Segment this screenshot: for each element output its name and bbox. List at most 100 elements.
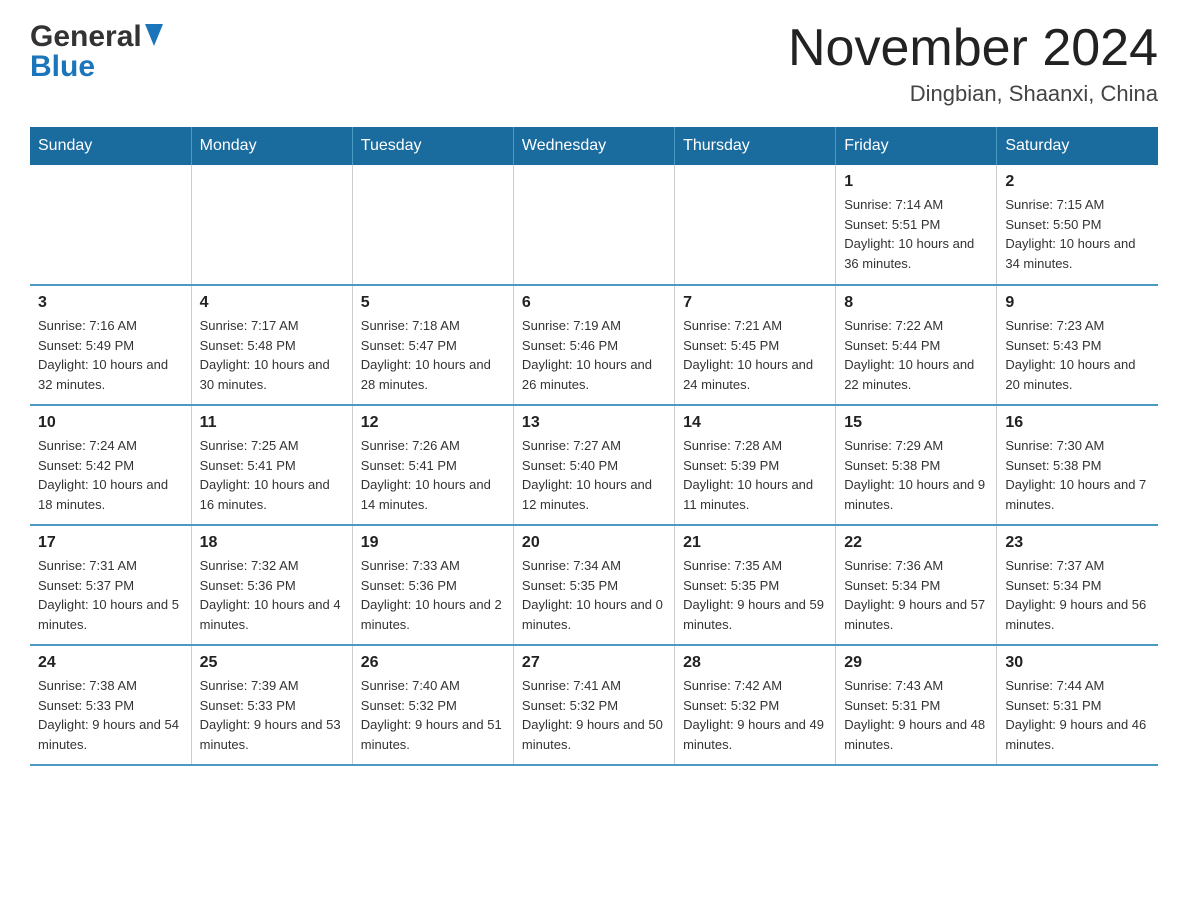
calendar-week-row: 17 Sunrise: 7:31 AMSunset: 5:37 PMDayligh… <box>30 525 1158 645</box>
calendar-cell: 7Sunrise: 7:21 AMSunset: 5:45 PMDaylight… <box>675 285 836 405</box>
day-number: 27 <box>522 654 666 672</box>
calendar-week-row: 24 Sunrise: 7:38 AMSunset: 5:33 PMDayligh… <box>30 645 1158 765</box>
calendar-cell <box>30 165 191 285</box>
month-title: November 2024 <box>788 20 1158 77</box>
day-number: 17 <box>38 534 183 552</box>
day-number: 21 <box>683 534 827 552</box>
sun-info: Sunrise: 7:26 AMSunset: 5:41 PMDaylight:… <box>361 436 505 514</box>
calendar-cell: 17 Sunrise: 7:31 AMSunset: 5:37 PMDayligh… <box>30 525 191 645</box>
sun-info: Sunrise: 7:24 AMSunset: 5:42 PMDaylight:… <box>38 436 183 514</box>
calendar-cell: 10 Sunrise: 7:24 AMSunset: 5:42 PMDayligh… <box>30 405 191 525</box>
day-number: 1 <box>844 173 988 191</box>
day-number: 24 <box>38 654 183 672</box>
sun-info: Sunrise: 7:23 AMSunset: 5:43 PMDaylight:… <box>1005 316 1150 394</box>
weekday-header-wednesday: Wednesday <box>513 127 674 165</box>
weekday-header-sunday: Sunday <box>30 127 191 165</box>
calendar-cell: 12 Sunrise: 7:26 AMSunset: 5:41 PMDayligh… <box>352 405 513 525</box>
sun-info: Sunrise: 7:41 AMSunset: 5:32 PMDaylight:… <box>522 676 666 754</box>
sun-info: Sunrise: 7:19 AMSunset: 5:46 PMDaylight:… <box>522 316 666 394</box>
day-number: 28 <box>683 654 827 672</box>
sun-info: Sunrise: 7:25 AMSunset: 5:41 PMDaylight:… <box>200 436 344 514</box>
day-number: 15 <box>844 414 988 432</box>
sun-info: Sunrise: 7:15 AMSunset: 5:50 PMDaylight:… <box>1005 195 1150 273</box>
sun-info: Sunrise: 7:38 AMSunset: 5:33 PMDaylight:… <box>38 676 183 754</box>
weekday-header-row: SundayMondayTuesdayWednesdayThursdayFrid… <box>30 127 1158 165</box>
calendar-cell <box>513 165 674 285</box>
calendar-cell: 30 Sunrise: 7:44 AMSunset: 5:31 PMDayligh… <box>997 645 1158 765</box>
day-number: 30 <box>1005 654 1150 672</box>
calendar-cell: 14 Sunrise: 7:28 AMSunset: 5:39 PMDayligh… <box>675 405 836 525</box>
calendar-cell: 28 Sunrise: 7:42 AMSunset: 5:32 PMDayligh… <box>675 645 836 765</box>
sun-info: Sunrise: 7:32 AMSunset: 5:36 PMDaylight:… <box>200 556 344 634</box>
weekday-header-tuesday: Tuesday <box>352 127 513 165</box>
calendar-cell: 27 Sunrise: 7:41 AMSunset: 5:32 PMDayligh… <box>513 645 674 765</box>
day-number: 25 <box>200 654 344 672</box>
sun-info: Sunrise: 7:43 AMSunset: 5:31 PMDaylight:… <box>844 676 988 754</box>
calendar-cell: 18 Sunrise: 7:32 AMSunset: 5:36 PMDayligh… <box>191 525 352 645</box>
logo-arrow-icon <box>145 24 163 51</box>
calendar-cell: 20 Sunrise: 7:34 AMSunset: 5:35 PMDayligh… <box>513 525 674 645</box>
calendar-cell: 5 Sunrise: 7:18 AMSunset: 5:47 PMDaylight… <box>352 285 513 405</box>
calendar-cell: 24 Sunrise: 7:38 AMSunset: 5:33 PMDayligh… <box>30 645 191 765</box>
day-number: 12 <box>361 414 505 432</box>
weekday-header-saturday: Saturday <box>997 127 1158 165</box>
day-number: 7 <box>683 294 827 312</box>
sun-info: Sunrise: 7:34 AMSunset: 5:35 PMDaylight:… <box>522 556 666 634</box>
sun-info: Sunrise: 7:29 AMSunset: 5:38 PMDaylight:… <box>844 436 988 514</box>
calendar-cell: 9Sunrise: 7:23 AMSunset: 5:43 PMDaylight… <box>997 285 1158 405</box>
sun-info: Sunrise: 7:22 AMSunset: 5:44 PMDaylight:… <box>844 316 988 394</box>
sun-info: Sunrise: 7:17 AMSunset: 5:48 PMDaylight:… <box>200 316 344 394</box>
day-number: 4 <box>200 294 344 312</box>
sun-info: Sunrise: 7:35 AMSunset: 5:35 PMDaylight:… <box>683 556 827 634</box>
day-number: 8 <box>844 294 988 312</box>
calendar-cell: 16 Sunrise: 7:30 AMSunset: 5:38 PMDayligh… <box>997 405 1158 525</box>
day-number: 10 <box>38 414 183 432</box>
calendar-cell: 25 Sunrise: 7:39 AMSunset: 5:33 PMDayligh… <box>191 645 352 765</box>
calendar-cell: 13Sunrise: 7:27 AMSunset: 5:40 PMDayligh… <box>513 405 674 525</box>
logo-area: General Blue <box>30 20 163 84</box>
day-number: 18 <box>200 534 344 552</box>
calendar-cell: 23Sunrise: 7:37 AMSunset: 5:34 PMDayligh… <box>997 525 1158 645</box>
calendar-table: SundayMondayTuesdayWednesdayThursdayFrid… <box>30 127 1158 766</box>
calendar-cell: 26 Sunrise: 7:40 AMSunset: 5:32 PMDayligh… <box>352 645 513 765</box>
sun-info: Sunrise: 7:18 AMSunset: 5:47 PMDaylight:… <box>361 316 505 394</box>
day-number: 23 <box>1005 534 1150 552</box>
calendar-cell <box>191 165 352 285</box>
sun-info: Sunrise: 7:33 AMSunset: 5:36 PMDaylight:… <box>361 556 505 634</box>
calendar-cell: 29 Sunrise: 7:43 AMSunset: 5:31 PMDayligh… <box>836 645 997 765</box>
title-area: November 2024 Dingbian, Shaanxi, China <box>788 20 1158 107</box>
day-number: 29 <box>844 654 988 672</box>
logo-general-text: General <box>30 20 142 54</box>
calendar-cell <box>352 165 513 285</box>
day-number: 11 <box>200 414 344 432</box>
day-number: 19 <box>361 534 505 552</box>
calendar-week-row: 3Sunrise: 7:16 AMSunset: 5:49 PMDaylight… <box>30 285 1158 405</box>
calendar-week-row: 1Sunrise: 7:14 AMSunset: 5:51 PMDaylight… <box>30 165 1158 285</box>
day-number: 26 <box>361 654 505 672</box>
sun-info: Sunrise: 7:40 AMSunset: 5:32 PMDaylight:… <box>361 676 505 754</box>
sun-info: Sunrise: 7:31 AMSunset: 5:37 PMDaylight:… <box>38 556 183 634</box>
calendar-cell: 6Sunrise: 7:19 AMSunset: 5:46 PMDaylight… <box>513 285 674 405</box>
sun-info: Sunrise: 7:30 AMSunset: 5:38 PMDaylight:… <box>1005 436 1150 514</box>
calendar-week-row: 10 Sunrise: 7:24 AMSunset: 5:42 PMDayligh… <box>30 405 1158 525</box>
calendar-cell <box>675 165 836 285</box>
day-number: 20 <box>522 534 666 552</box>
day-number: 5 <box>361 294 505 312</box>
calendar-cell: 22Sunrise: 7:36 AMSunset: 5:34 PMDayligh… <box>836 525 997 645</box>
sun-info: Sunrise: 7:44 AMSunset: 5:31 PMDaylight:… <box>1005 676 1150 754</box>
sun-info: Sunrise: 7:42 AMSunset: 5:32 PMDaylight:… <box>683 676 827 754</box>
calendar-cell: 1Sunrise: 7:14 AMSunset: 5:51 PMDaylight… <box>836 165 997 285</box>
weekday-header-thursday: Thursday <box>675 127 836 165</box>
logo-blue-text: Blue <box>30 50 95 84</box>
calendar-cell: 19 Sunrise: 7:33 AMSunset: 5:36 PMDayligh… <box>352 525 513 645</box>
sun-info: Sunrise: 7:28 AMSunset: 5:39 PMDaylight:… <box>683 436 827 514</box>
day-number: 22 <box>844 534 988 552</box>
weekday-header-monday: Monday <box>191 127 352 165</box>
day-number: 2 <box>1005 173 1150 191</box>
sun-info: Sunrise: 7:27 AMSunset: 5:40 PMDaylight:… <box>522 436 666 514</box>
sun-info: Sunrise: 7:39 AMSunset: 5:33 PMDaylight:… <box>200 676 344 754</box>
day-number: 3 <box>38 294 183 312</box>
day-number: 14 <box>683 414 827 432</box>
weekday-header-friday: Friday <box>836 127 997 165</box>
day-number: 16 <box>1005 414 1150 432</box>
